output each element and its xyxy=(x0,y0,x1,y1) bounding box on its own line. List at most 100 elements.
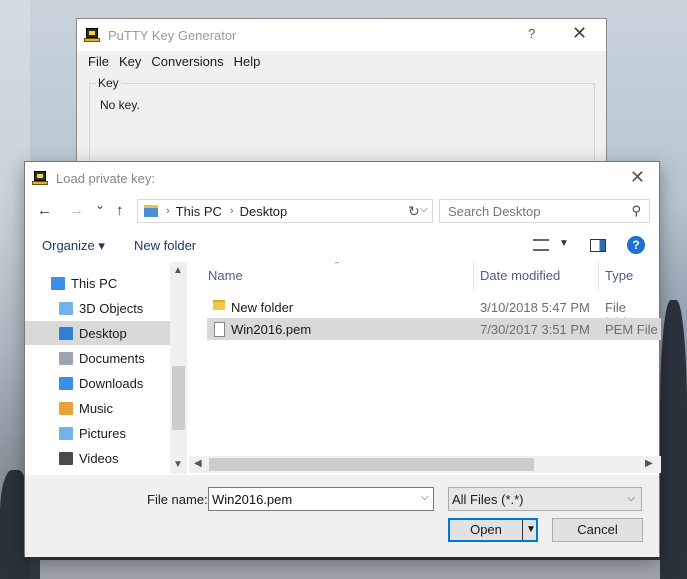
file-row-new-folder[interactable]: New folder 3/10/2018 5:47 PM File folder xyxy=(207,296,661,330)
file-name: Win2016.pem xyxy=(231,322,312,337)
file-list-horizontal-scrollbar[interactable]: ◀ ▶ xyxy=(189,456,661,473)
chevron-down-icon[interactable]: ▼ xyxy=(559,238,569,249)
view-options-icon[interactable] xyxy=(533,239,549,251)
scrollbar-thumb[interactable] xyxy=(209,458,534,471)
chevron-right-icon: › xyxy=(229,205,234,217)
up-arrow-icon[interactable]: ↑ xyxy=(116,202,124,219)
menu-help[interactable]: Help xyxy=(229,54,266,69)
menu-key[interactable]: Key xyxy=(114,54,146,69)
chevron-down-icon[interactable]: ⌵ xyxy=(421,492,429,503)
downloads-icon xyxy=(59,376,73,390)
key-group: Key No key. xyxy=(89,76,595,173)
music-icon xyxy=(59,401,73,415)
column-divider[interactable] xyxy=(473,262,474,290)
folder-icon xyxy=(144,205,158,217)
sidebar-item-label: Downloads xyxy=(79,375,144,391)
sidebar-item-label: Videos xyxy=(79,450,119,466)
sidebar-item-music[interactable]: Music xyxy=(25,396,170,420)
split-divider xyxy=(522,520,523,540)
sidebar-item-this-pc[interactable]: This PC xyxy=(25,271,170,295)
menu-file[interactable]: File xyxy=(83,54,114,69)
organize-button[interactable]: Organize ▾ xyxy=(42,238,105,254)
file-date: 7/30/2017 3:51 PM xyxy=(480,322,590,337)
column-header-type[interactable]: Type xyxy=(605,262,633,290)
sidebar-item-label: Pictures xyxy=(79,425,126,441)
desktop-icon xyxy=(59,326,73,340)
back-arrow-icon[interactable]: ← xyxy=(37,202,52,219)
documents-icon xyxy=(59,351,73,365)
open-button-label: Open xyxy=(470,522,502,537)
new-folder-button[interactable]: New folder xyxy=(134,238,196,253)
file-name-input[interactable] xyxy=(208,487,434,511)
cancel-button[interactable]: Cancel xyxy=(552,518,643,542)
sidebar-item-downloads[interactable]: Downloads xyxy=(25,371,170,395)
file-date: 3/10/2018 5:47 PM xyxy=(480,300,590,315)
search-icon[interactable]: ⚲ xyxy=(631,203,641,219)
close-icon[interactable]: ✕ xyxy=(572,23,587,44)
file-name-label: File name: xyxy=(147,492,208,507)
close-icon[interactable]: ✕ xyxy=(630,167,645,188)
column-header-date-modified[interactable]: Date modified xyxy=(480,262,560,290)
putty-window: PuTTY Key Generator ? ✕ File Key Convers… xyxy=(76,18,607,178)
help-icon[interactable]: ? xyxy=(627,236,645,254)
breadcrumb-this-pc[interactable]: This PC xyxy=(176,204,222,219)
chevron-down-icon[interactable]: ▼ xyxy=(526,520,536,540)
nav-pane-scrollbar[interactable]: ▲ ▼ xyxy=(170,262,187,474)
scrollbar-thumb[interactable] xyxy=(172,366,185,430)
chevron-left-icon[interactable]: ◀ xyxy=(194,458,202,469)
breadcrumb-desktop[interactable]: Desktop xyxy=(240,204,288,219)
sidebar-item-videos[interactable]: Videos xyxy=(25,446,170,470)
sidebar-item-label: Documents xyxy=(79,350,145,366)
sidebar-item-desktop[interactable]: Desktop xyxy=(25,321,170,345)
dialog-footer: File name: ⌵ All Files (*.*) ⌵ Open ▼ Ca… xyxy=(25,475,659,557)
preview-pane-icon[interactable] xyxy=(590,239,606,252)
chevron-down-icon[interactable]: ⌵ xyxy=(420,203,428,216)
menu-conversions[interactable]: Conversions xyxy=(146,54,228,69)
file-list: ⌃ Name Date modified Type New folder 3/1… xyxy=(207,262,661,474)
dialog-titlebar: Load private key: ✕ xyxy=(25,162,659,194)
dialog-title: Load private key: xyxy=(56,170,156,186)
load-private-key-dialog: Load private key: ✕ ← → ⌄ ↑ › This PC › … xyxy=(24,161,661,557)
command-bar: Organize ▾ New folder ▼ ? xyxy=(25,232,661,260)
putty-titlebar: PuTTY Key Generator ? ✕ xyxy=(77,19,606,51)
recent-locations-icon[interactable]: ⌄ xyxy=(95,198,105,212)
sidebar-item-label: 3D Objects xyxy=(79,300,144,316)
file-type-select[interactable]: All Files (*.*) ⌵ xyxy=(448,487,642,511)
sidebar-item-label: Desktop xyxy=(79,325,127,341)
forward-arrow-icon[interactable]: → xyxy=(69,202,84,219)
file-type-value: All Files (*.*) xyxy=(452,492,524,507)
search-box[interactable]: ⚲ xyxy=(439,199,650,223)
sidebar-item-label: This PC xyxy=(71,275,118,291)
chevron-right-icon: › xyxy=(166,205,170,217)
chevron-right-icon[interactable]: ▶ xyxy=(645,458,653,469)
3d-objects-icon xyxy=(59,301,73,315)
videos-icon xyxy=(59,451,73,465)
file-row-win2016-pem[interactable]: Win2016.pem 7/30/2017 3:51 PM PEM File xyxy=(207,318,661,340)
putty-menubar: File Key Conversions Help xyxy=(77,51,606,71)
file-icon xyxy=(214,322,225,337)
sidebar-item-documents[interactable]: Documents xyxy=(25,346,170,370)
chevron-up-icon[interactable]: ▲ xyxy=(173,265,183,276)
computer-icon xyxy=(51,276,65,290)
column-header-name[interactable]: Name xyxy=(208,262,243,290)
sidebar-item-pictures[interactable]: Pictures xyxy=(25,421,170,445)
help-icon[interactable]: ? xyxy=(528,26,535,41)
navigation-bar: ← → ⌄ ↑ › This PC › Desktop ⌵ ↻ ⚲ xyxy=(25,194,661,228)
refresh-icon[interactable]: ↻ xyxy=(408,203,420,220)
putty-title: PuTTY Key Generator xyxy=(108,27,237,43)
navigation-pane: This PC 3D Objects Desktop Documents Dow… xyxy=(25,262,189,474)
address-bar[interactable]: › This PC › Desktop ⌵ xyxy=(137,199,433,223)
chevron-down-icon[interactable]: ⌵ xyxy=(627,493,635,504)
search-input[interactable] xyxy=(448,203,618,219)
chevron-down-icon[interactable]: ▼ xyxy=(173,459,183,470)
file-type: PEM File xyxy=(605,322,658,337)
open-button[interactable]: Open ▼ xyxy=(448,518,538,542)
sidebar-item-3d-objects[interactable]: 3D Objects xyxy=(25,296,170,320)
key-status: No key. xyxy=(100,98,140,112)
folder-icon xyxy=(213,300,225,310)
sidebar-item-label: Music xyxy=(79,400,113,416)
sort-caret-icon: ⌃ xyxy=(333,262,341,270)
file-name: New folder xyxy=(231,300,294,315)
column-divider[interactable] xyxy=(598,262,599,290)
putty-app-icon xyxy=(32,170,50,186)
